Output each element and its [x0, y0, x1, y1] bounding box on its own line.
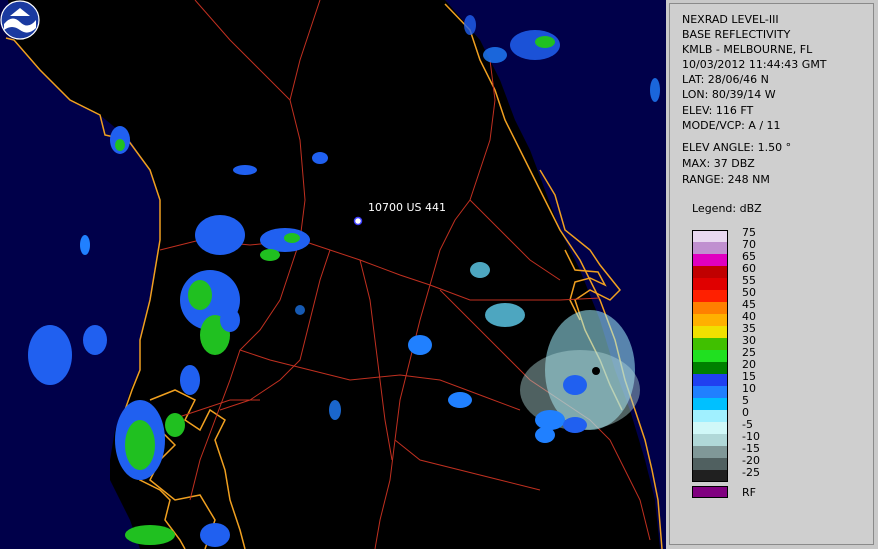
legend-level-label: -25 [742, 466, 760, 479]
location-marker-icon[interactable] [353, 216, 363, 226]
radar-map[interactable]: 10700 US 441 [0, 0, 666, 549]
info-line: MODE/VCP: A / 11 [682, 118, 781, 132]
info-panel: NEXRAD LEVEL-III BASE REFLECTIVITY KMLB … [669, 3, 874, 545]
product-info: NEXRAD LEVEL-III BASE REFLECTIVITY KMLB … [682, 12, 827, 133]
info-line: 10/03/2012 11:44:43 GMT [682, 58, 827, 72]
info-line: ELEV: 116 FT [682, 103, 754, 117]
info-line: KMLB - MELBOURNE, FL [682, 43, 813, 57]
max-dbz: MAX: 37 DBZ [682, 157, 755, 170]
info-line: LON: 80/39/14 W [682, 88, 776, 102]
map-canvas [0, 0, 666, 549]
noaa-logo-icon [0, 0, 40, 40]
rf-label: RF [742, 486, 756, 499]
info-line: LAT: 28/06/46 N [682, 73, 769, 87]
info-line: NEXRAD LEVEL-III [682, 13, 779, 26]
legend-title: Legend: dBZ [692, 202, 762, 215]
range: RANGE: 248 NM [682, 173, 770, 186]
elev-angle: ELEV ANGLE: 1.50 ° [682, 141, 792, 154]
scan-info: ELEV ANGLE: 1.50 ° MAX: 37 DBZ RANGE: 24… [682, 140, 791, 188]
radar-site-icon [592, 367, 600, 375]
location-marker-label: 10700 US 441 [368, 201, 447, 214]
legend-border [692, 230, 728, 482]
rf-swatch [692, 486, 728, 498]
info-line: BASE REFLECTIVITY [682, 28, 791, 42]
